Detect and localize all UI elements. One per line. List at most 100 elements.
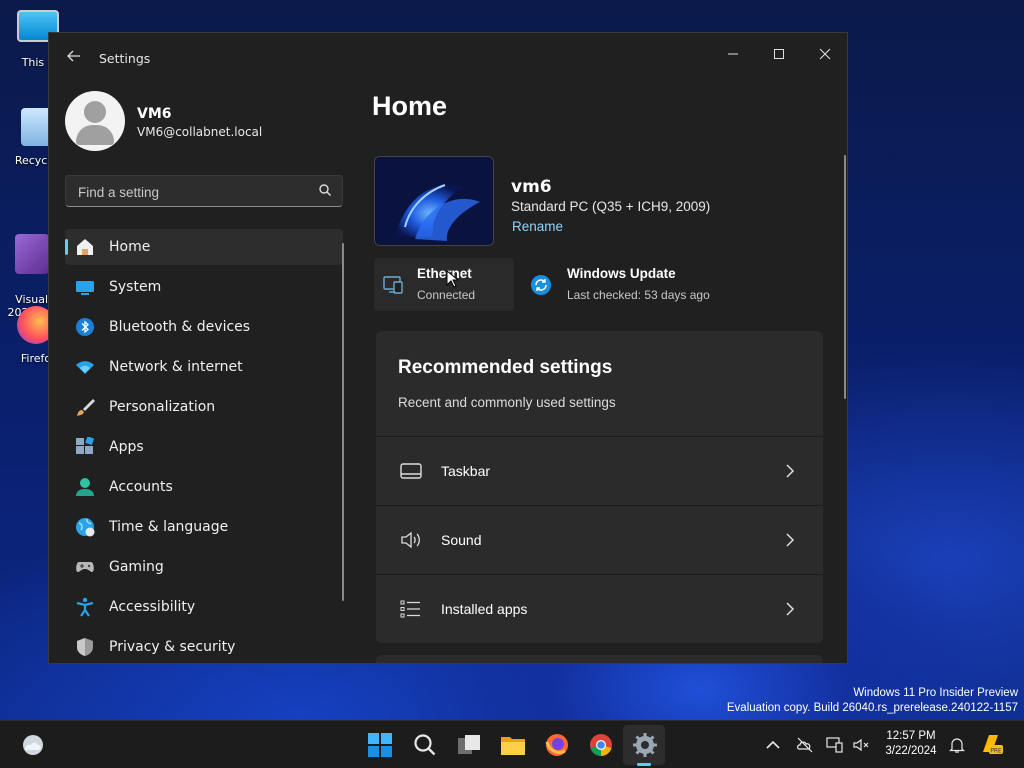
search-icon[interactable] xyxy=(412,732,438,758)
sidebar-item-privacy[interactable]: Privacy & security xyxy=(65,629,343,663)
settings-gear-icon[interactable] xyxy=(632,732,658,758)
clock-date: 3/22/2024 xyxy=(885,745,937,757)
ethernet-title: Ethernet xyxy=(417,266,472,281)
update-title: Windows Update xyxy=(567,266,676,281)
sidebar-item-gaming[interactable]: Gaming xyxy=(65,549,343,585)
globe-icon xyxy=(76,518,95,537)
recommended-settings-card: Recommended settings Recent and commonly… xyxy=(376,331,823,643)
copilot-preview-icon[interactable]: PRE xyxy=(980,732,1004,756)
task-view-icon[interactable] xyxy=(456,732,482,758)
sidebar-item-label: Network & internet xyxy=(109,359,243,375)
minimize-button[interactable] xyxy=(711,41,755,71)
ethernet-icon xyxy=(383,276,403,294)
sidebar-item-system[interactable]: System xyxy=(65,269,343,305)
chevron-right-icon xyxy=(786,602,795,616)
system-clock[interactable]: 12:57 PM 3/22/2024 xyxy=(876,729,946,759)
search-icon[interactable] xyxy=(318,183,332,197)
chevron-up-icon[interactable] xyxy=(764,736,782,754)
window-title: Settings xyxy=(99,51,151,66)
bloom-wallpaper-image xyxy=(375,157,493,245)
back-button[interactable] xyxy=(65,49,83,67)
weather-widget-icon[interactable] xyxy=(20,732,46,758)
ethernet-tile[interactable]: Ethernet Connected xyxy=(374,258,514,311)
mouse-cursor-icon xyxy=(446,270,458,288)
firefox-icon[interactable] xyxy=(544,732,570,758)
title-bar[interactable]: Settings xyxy=(49,33,847,83)
search-input[interactable] xyxy=(76,182,310,202)
sidebar-item-label: Accessibility xyxy=(109,599,196,615)
main-scrollbar[interactable] xyxy=(844,155,846,399)
speaker-icon xyxy=(401,531,420,549)
notification-bell-icon[interactable] xyxy=(948,736,966,754)
sidebar-item-apps[interactable]: Apps xyxy=(65,429,343,465)
profile-email: VM6@collabnet.local xyxy=(137,125,263,139)
visual-studio-icon xyxy=(15,234,49,274)
watermark-edition: Windows 11 Pro Insider Preview xyxy=(853,687,1018,699)
apps-icon xyxy=(76,437,95,454)
chrome-icon[interactable] xyxy=(588,732,614,758)
update-status: Last checked: 53 days ago xyxy=(567,288,710,302)
recommended-row-label: Installed apps xyxy=(441,601,528,617)
bluetooth-icon xyxy=(76,318,94,336)
taskbar-icon xyxy=(400,463,422,479)
device-name: vm6 xyxy=(511,177,552,197)
sidebar-item-bluetooth[interactable]: Bluetooth & devices xyxy=(65,309,343,345)
profile-name: VM6 xyxy=(137,106,172,122)
search-box[interactable] xyxy=(65,175,343,207)
recommended-subtitle: Recent and commonly used settings xyxy=(398,395,616,410)
system-icon xyxy=(76,281,94,295)
close-button[interactable] xyxy=(803,41,847,71)
sidebar-item-label: Time & language xyxy=(109,519,229,535)
back-arrow-icon xyxy=(67,50,80,62)
recommended-row-sound[interactable]: Sound xyxy=(376,505,823,574)
running-indicator xyxy=(637,763,651,766)
maximize-button[interactable] xyxy=(757,41,801,71)
sidebar-nav: Home System Bluetooth & devices Network … xyxy=(65,229,343,663)
maximize-icon xyxy=(774,49,784,59)
ethernet-status: Connected xyxy=(417,288,476,302)
taskbar: 12:57 PM 3/22/2024 PRE xyxy=(0,720,1024,768)
gamepad-icon xyxy=(76,562,94,572)
sidebar-item-accounts[interactable]: Accounts xyxy=(65,469,343,505)
avatar[interactable] xyxy=(65,91,125,151)
wifi-icon xyxy=(76,361,94,374)
windows-update-tile[interactable]: Windows Update Last checked: 53 days ago xyxy=(526,258,736,311)
rename-link[interactable]: Rename xyxy=(512,219,563,234)
recommended-row-label: Sound xyxy=(441,532,482,548)
start-button-icon[interactable] xyxy=(367,732,393,758)
recycle-bin-icon xyxy=(21,108,51,146)
sidebar-item-label: Accounts xyxy=(109,479,173,495)
evaluation-watermark: Windows 11 Pro Insider Preview Evaluatio… xyxy=(727,686,1018,716)
accounts-icon xyxy=(76,478,94,496)
sidebar-item-label: Privacy & security xyxy=(109,639,236,655)
sidebar-item-personalization[interactable]: Personalization xyxy=(65,389,343,425)
device-spec: Standard PC (Q35 + ICH9, 2009) xyxy=(511,199,711,214)
volume-muted-icon[interactable] xyxy=(852,736,870,754)
next-card-peek xyxy=(376,655,823,663)
recommended-row-taskbar[interactable]: Taskbar xyxy=(376,436,823,505)
sidebar-item-time-language[interactable]: Time & language xyxy=(65,509,343,545)
minimize-icon xyxy=(728,53,738,55)
close-icon xyxy=(819,48,831,60)
recommended-title: Recommended settings xyxy=(398,357,613,378)
sidebar-scrollbar[interactable] xyxy=(342,243,344,601)
page-title: Home xyxy=(372,91,448,121)
sidebar-item-label: Home xyxy=(109,239,151,255)
sidebar-item-accessibility[interactable]: Accessibility xyxy=(65,589,343,625)
device-wallpaper-image xyxy=(374,156,494,246)
windows-update-icon xyxy=(531,275,551,295)
accessibility-icon xyxy=(76,597,94,617)
sidebar-item-network[interactable]: Network & internet xyxy=(65,349,343,385)
list-icon xyxy=(400,600,420,618)
recommended-row-installed-apps[interactable]: Installed apps xyxy=(376,574,823,643)
clock-time: 12:57 PM xyxy=(886,730,936,742)
sidebar-item-label: System xyxy=(109,279,162,295)
chevron-right-icon xyxy=(786,464,795,478)
file-explorer-icon[interactable] xyxy=(500,732,526,758)
sidebar-item-home[interactable]: Home xyxy=(65,229,343,265)
shield-icon xyxy=(77,638,93,656)
sidebar-item-label: Bluetooth & devices xyxy=(109,319,251,335)
cloud-offline-icon[interactable] xyxy=(796,736,814,754)
network-icon[interactable] xyxy=(826,736,844,754)
sidebar-item-label: Apps xyxy=(109,439,144,455)
